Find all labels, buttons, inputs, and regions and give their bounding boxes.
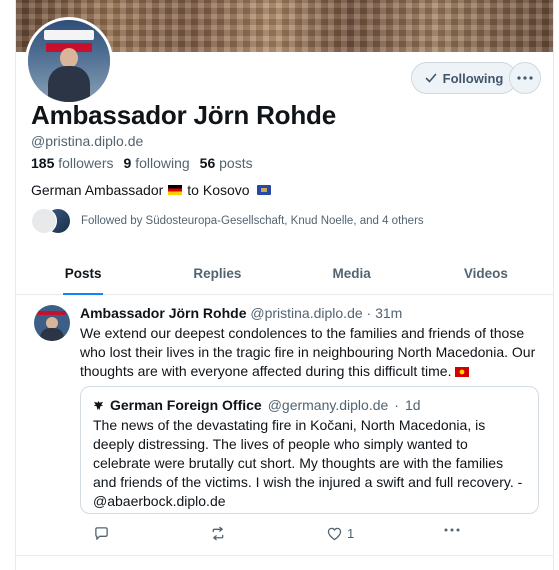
followed-by[interactable]: Followed by Südosteuropa-Gesellschaft, K…	[31, 208, 424, 234]
posts-label: posts	[219, 155, 253, 171]
ellipsis-icon	[517, 76, 533, 80]
tab-media[interactable]: Media	[285, 252, 419, 294]
quote-text: The news of the devastating fire in Koča…	[93, 417, 523, 509]
like-count: 1	[347, 526, 355, 541]
followed-by-text: Followed by Südosteuropa-Gesellschaft, K…	[81, 215, 424, 227]
reply-icon	[95, 527, 108, 540]
quote-separator: ·	[394, 397, 399, 413]
tab-videos[interactable]: Videos	[419, 252, 553, 294]
bio-prefix: German Ambassador	[31, 182, 164, 198]
post-header: Ambassador Jörn Rohde @pristina.diplo.de…	[80, 305, 402, 321]
profile-handle: @pristina.diplo.de	[31, 133, 144, 149]
follower-avatars	[31, 208, 71, 234]
post-author[interactable]: Ambassador Jörn Rohde	[80, 305, 246, 321]
germany-flag-icon	[168, 185, 183, 195]
posts-count: 56	[199, 155, 216, 171]
quote-handle[interactable]: @germany.diplo.de	[268, 397, 389, 413]
kosovo-flag-icon	[256, 185, 271, 195]
profile-stats: 185 followers 9 following 56 posts	[31, 155, 253, 171]
followers-count: 185	[31, 155, 55, 171]
repost-icon	[212, 526, 224, 541]
profile-avatar[interactable]	[25, 17, 113, 105]
profile-page: Following Ambassador Jörn Rohde @pristin…	[15, 0, 554, 570]
post-separator: ·	[366, 305, 372, 321]
federal-eagle-icon	[93, 400, 104, 410]
quote-time: 1d	[404, 397, 421, 413]
ellipsis-icon	[444, 528, 460, 532]
post-more-button[interactable]	[444, 528, 460, 532]
profile-name: Ambassador Jörn Rohde	[31, 100, 336, 130]
quote-author[interactable]: German Foreign Office	[110, 397, 262, 413]
quoted-post[interactable]: German Foreign Office @germany.diplo.de …	[80, 386, 539, 514]
feed-post[interactable]: Ambassador Jörn Rohde @pristina.diplo.de…	[16, 295, 553, 556]
follower-avatar	[31, 208, 57, 234]
post-handle[interactable]: @pristina.diplo.de	[250, 305, 362, 321]
post-time[interactable]: 31m	[375, 305, 402, 321]
more-options-button[interactable]	[509, 62, 541, 94]
followers-label: followers	[58, 155, 114, 171]
profile-tabs: Posts Replies Media Videos	[16, 252, 553, 295]
repost-button[interactable]	[210, 526, 226, 541]
following-stat[interactable]: 9 following	[124, 155, 190, 171]
bio-middle: to Kosovo	[187, 182, 250, 198]
post-avatar[interactable]	[34, 305, 70, 341]
following-button[interactable]: Following	[411, 62, 517, 94]
post-text: We extend our deepest condolences to the…	[80, 324, 545, 381]
posts-stat: 56 posts	[200, 155, 253, 171]
post-actions: 1	[80, 526, 460, 546]
following-count: 9	[123, 155, 132, 171]
check-icon	[425, 73, 436, 83]
like-button[interactable]: 1	[327, 526, 354, 541]
north-macedonia-flag-icon	[455, 367, 470, 377]
reply-button[interactable]	[94, 526, 109, 541]
tab-posts[interactable]: Posts	[16, 252, 150, 294]
following-label: following	[135, 155, 190, 171]
tab-replies[interactable]: Replies	[150, 252, 284, 294]
followers-stat[interactable]: 185 followers	[31, 155, 114, 171]
heart-icon	[327, 527, 342, 540]
quote-header: German Foreign Office @germany.diplo.de …	[93, 397, 421, 413]
profile-bio: German Ambassador to Kosovo	[31, 182, 271, 198]
following-button-label: Following	[442, 70, 504, 86]
